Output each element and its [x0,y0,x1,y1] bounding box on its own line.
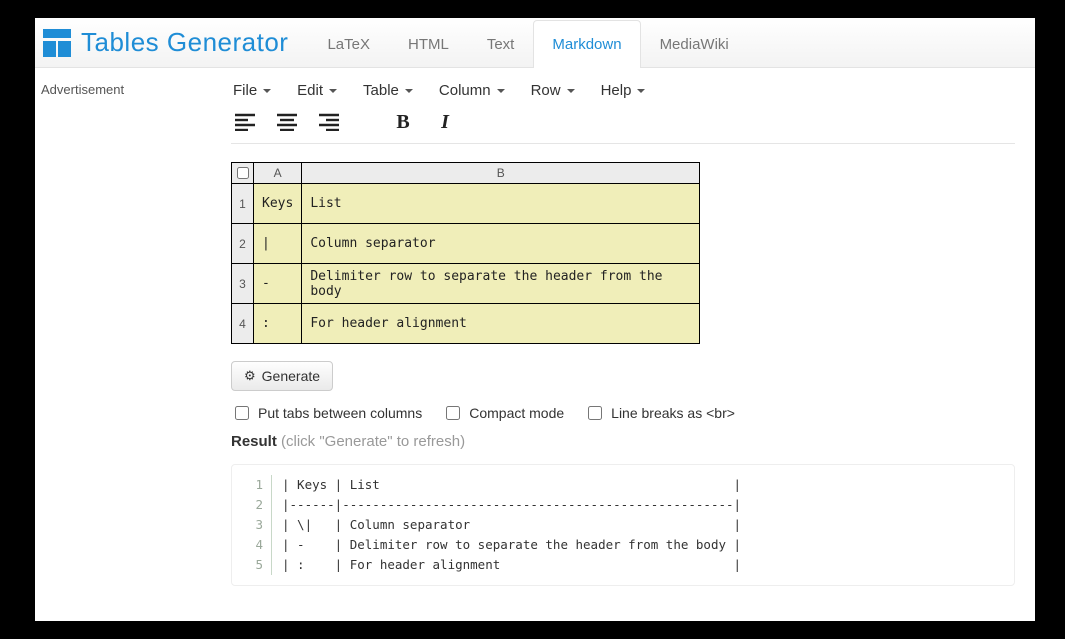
line-gutter: 1 2 3 4 5 [232,475,272,575]
generate-label: Generate [262,368,320,384]
brand-name: Tables Generator [81,27,288,58]
generate-button[interactable]: ⚙ Generate [231,361,333,391]
menu-help[interactable]: Help [601,82,646,99]
code-line: | : | For header alignment | [282,555,1004,575]
option-linebreaks-checkbox[interactable] [588,406,602,420]
format-tabs: LaTeX HTML Text Markdown MediaWiki [308,18,747,67]
tab-label: LaTeX [327,36,370,53]
menu-table[interactable]: Table [363,82,413,99]
code-line: | \| | Column separator | [282,515,1004,535]
col-header-a[interactable]: A [254,163,302,184]
line-number: 1 [232,475,263,495]
top-navbar: Tables Generator LaTeX HTML Text Markdow… [35,18,1035,68]
italic-button[interactable]: I [433,111,457,133]
result-label: Result [231,433,277,450]
output-code[interactable]: 1 2 3 4 5 | Keys | List | |------|------… [231,464,1015,586]
menu-file[interactable]: File [233,82,271,99]
option-linebreaks[interactable]: Line breaks as <br> [584,403,735,423]
tab-text[interactable]: Text [468,20,534,68]
code-line: | - | Delimiter row to separate the head… [282,535,1004,555]
cell[interactable]: For header alignment [302,304,700,344]
row-header[interactable]: 1 [232,184,254,224]
option-label: Compact mode [469,405,564,421]
menu-row[interactable]: Row [531,82,575,99]
tab-markdown[interactable]: Markdown [533,20,640,68]
table-row: 3 - Delimiter row to separate the header… [232,264,700,304]
tab-mediawiki[interactable]: MediaWiki [641,20,748,68]
menu-label: Table [363,82,399,99]
menu-label: File [233,82,257,99]
select-all-checkbox[interactable] [237,167,249,179]
col-header-b[interactable]: B [302,163,700,184]
editor-menubar: File Edit Table Column Row Help [231,78,1015,107]
cell[interactable]: Delimiter row to separate the header fro… [302,264,700,304]
chevron-down-icon [637,89,645,93]
gear-icon: ⚙ [244,368,256,384]
cell[interactable]: Column separator [302,224,700,264]
chevron-down-icon [567,89,575,93]
table-row: 4 : For header alignment [232,304,700,344]
option-tabs-checkbox[interactable] [235,406,249,420]
menu-label: Help [601,82,632,99]
line-number: 5 [232,555,263,575]
select-all-corner[interactable] [232,163,254,184]
result-heading: Result (click "Generate" to refresh) [231,433,1015,450]
tab-html[interactable]: HTML [389,20,468,68]
options-row: Put tabs between columns Compact mode Li… [231,403,1015,423]
menu-label: Row [531,82,561,99]
logo-icon [43,29,71,57]
cell[interactable]: | [254,224,302,264]
menu-label: Column [439,82,491,99]
tab-label: Text [487,36,515,53]
main-area: File Edit Table Column Row Help [225,68,1035,606]
option-label: Put tabs between columns [258,405,422,421]
table-editor: A B 1 Keys List 2 [231,162,700,344]
row-header[interactable]: 4 [232,304,254,344]
cell[interactable]: : [254,304,302,344]
table-row: 1 Keys List [232,184,700,224]
option-compact-checkbox[interactable] [446,406,460,420]
cell[interactable]: - [254,264,302,304]
option-tabs[interactable]: Put tabs between columns [231,403,422,423]
code-line: |------|--------------------------------… [282,495,1004,515]
align-right-icon[interactable] [317,111,341,133]
cell[interactable]: Keys [254,184,302,224]
menu-edit[interactable]: Edit [297,82,337,99]
option-label: Line breaks as <br> [611,405,735,421]
chevron-down-icon [497,89,505,93]
align-left-icon[interactable] [233,111,257,133]
option-compact[interactable]: Compact mode [442,403,564,423]
align-center-icon[interactable] [275,111,299,133]
chevron-down-icon [329,89,337,93]
row-header[interactable]: 3 [232,264,254,304]
chevron-down-icon [405,89,413,93]
ads-sidebar: Advertisement [35,68,225,606]
table-row: 2 | Column separator [232,224,700,264]
line-number: 4 [232,535,263,555]
menu-column[interactable]: Column [439,82,505,99]
menu-label: Edit [297,82,323,99]
ads-label: Advertisement [41,82,124,97]
bold-button[interactable]: B [391,111,415,133]
line-number: 3 [232,515,263,535]
code-line: | Keys | List | [282,475,1004,495]
chevron-down-icon [263,89,271,93]
tab-label: HTML [408,36,449,53]
tab-label: Markdown [552,36,621,53]
tab-label: MediaWiki [660,36,729,53]
format-toolbar: B I [231,107,1015,144]
brand-logo[interactable]: Tables Generator [43,27,308,58]
result-hint: (click "Generate" to refresh) [281,433,465,450]
row-header[interactable]: 2 [232,224,254,264]
tab-latex[interactable]: LaTeX [308,20,389,68]
line-number: 2 [232,495,263,515]
cell[interactable]: List [302,184,700,224]
